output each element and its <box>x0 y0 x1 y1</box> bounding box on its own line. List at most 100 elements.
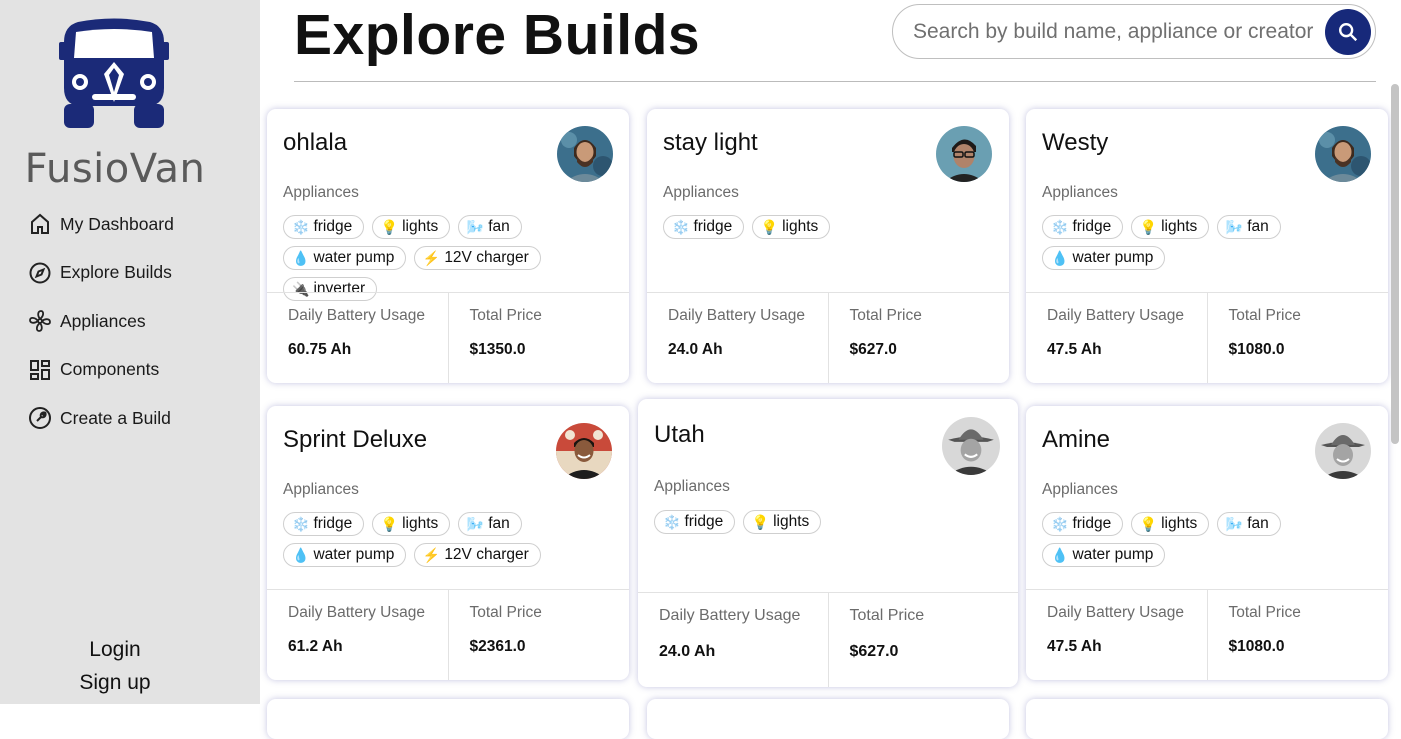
appliance-chip[interactable]: ❄️ fridge <box>283 215 365 239</box>
sidebar-nav: My Dashboard Explore Builds Appliances C… <box>28 200 174 443</box>
nav-label: Explore Builds <box>60 262 172 283</box>
build-stats: Daily Battery Usage 24.0 Ah Total Price … <box>638 592 1018 687</box>
battery-label: Daily Battery Usage <box>288 604 425 621</box>
price-label: Total Price <box>1228 307 1301 324</box>
droplet-icon: 💧 <box>292 249 310 266</box>
search-button[interactable] <box>1325 9 1371 55</box>
lightbulb-icon: 💡 <box>1139 218 1158 235</box>
lightbulb-icon: 💡 <box>760 218 779 235</box>
appliance-chip[interactable]: 💡 lights <box>371 215 451 239</box>
grid-icon <box>30 359 50 380</box>
price-stat: Total Price $1080.0 <box>1206 590 1389 680</box>
nav-item-appliances[interactable]: Appliances <box>28 297 174 346</box>
nav-item-create-a-build[interactable]: Create a Build <box>28 394 174 443</box>
build-card[interactable]: ohlala Appliances ❄️ fridge 💡 lights 🌬️ fan… <box>267 109 629 383</box>
battery-label: Daily Battery Usage <box>1047 604 1184 621</box>
van-logo-icon[interactable] <box>56 18 172 130</box>
signup-link[interactable]: Sign up <box>0 671 230 695</box>
battery-value: 24.0 Ah <box>659 643 716 660</box>
main-content: Explore Builds ohlala Appliances ❄️fridg… <box>260 0 1401 739</box>
build-card[interactable]: stay light Appliances ❄️ fridge 💡 lights D… <box>647 109 1009 383</box>
appliance-chip[interactable]: 💧 water pump <box>1042 246 1166 270</box>
appliance-chip[interactable]: ⚡ 12V charger <box>413 543 541 567</box>
build-card[interactable]: Amine Appliances ❄️ fridge 💡 lights 🌬️ fan … <box>1026 406 1388 680</box>
login-link[interactable]: Login <box>0 638 230 662</box>
build-card[interactable]: Westy Appliances ❄️ fridge 💡 lights 🌬️ fan … <box>1026 109 1388 383</box>
build-name: stay light <box>663 129 758 156</box>
appliance-chip[interactable]: 🌬️ fan <box>1216 215 1281 239</box>
battery-stat: Daily Battery Usage 60.75 Ah <box>267 293 448 383</box>
appliance-chip[interactable]: ❄️ fridge <box>1042 512 1124 536</box>
build-card[interactable]: Utah Appliances ❄️ fridge 💡 lights Daily B… <box>638 399 1018 687</box>
scrollbar[interactable] <box>1391 84 1399 444</box>
creator-avatar[interactable] <box>936 126 992 182</box>
appliance-chip[interactable]: 🌬️ fan <box>457 215 522 239</box>
wind-icon: 🌬️ <box>466 515 485 532</box>
build-card[interactable] <box>267 699 629 739</box>
price-value: $1350.0 <box>469 341 526 358</box>
brand-name: FusioVan <box>24 146 206 192</box>
lightbulb-icon: 💡 <box>380 218 399 235</box>
appliance-chip[interactable]: 💡 lights <box>1130 215 1210 239</box>
price-stat: Total Price $1080.0 <box>1206 293 1389 383</box>
search-bar <box>892 4 1376 59</box>
build-stats: Daily Battery Usage 47.5 Ah Total Price … <box>1026 292 1388 383</box>
nav-item-my-dashboard[interactable]: My Dashboard <box>28 200 174 249</box>
creator-avatar[interactable] <box>557 126 613 182</box>
battery-value: 24.0 Ah <box>668 341 723 358</box>
build-card[interactable] <box>1026 699 1388 739</box>
appliance-chip[interactable]: 🌬️ fan <box>457 512 522 536</box>
appliance-chip[interactable]: 💡 lights <box>1130 512 1210 536</box>
appliance-chip[interactable]: 💧 water pump <box>283 246 407 270</box>
creator-avatar[interactable] <box>942 417 1000 475</box>
price-label: Total Price <box>469 604 542 621</box>
appliance-chip[interactable]: 💡 lights <box>742 510 822 534</box>
battery-value: 61.2 Ah <box>288 638 343 655</box>
lightbulb-icon: 💡 <box>1139 515 1158 532</box>
build-card[interactable]: Sprint Deluxe Appliances ❄️ fridge 💡 light… <box>267 406 629 680</box>
battery-value: 60.75 Ah <box>288 341 352 358</box>
appliance-chip[interactable]: 💧 water pump <box>283 543 407 567</box>
price-value: $627.0 <box>849 643 899 660</box>
battery-value: 47.5 Ah <box>1047 638 1102 655</box>
appliance-chip[interactable]: ❄️ fridge <box>1042 215 1124 239</box>
price-value: $2361.0 <box>469 638 526 655</box>
appliance-chip[interactable]: ❄️ fridge <box>283 512 365 536</box>
lightning-icon: ⚡ <box>422 249 441 266</box>
appliance-chip[interactable]: ❄️ fridge <box>663 215 745 239</box>
snowflake-icon: ❄️ <box>1051 218 1069 235</box>
appliance-chip[interactable]: ⚡ 12V charger <box>413 246 541 270</box>
creator-avatar[interactable] <box>556 423 612 479</box>
creator-avatar[interactable] <box>1315 423 1371 479</box>
appliances-label: Appliances <box>654 478 730 495</box>
appliance-chip[interactable]: ❄️ fridge <box>654 510 736 534</box>
price-value: $627.0 <box>849 341 897 358</box>
build-stats: Daily Battery Usage 60.75 Ah Total Price… <box>267 292 629 383</box>
price-label: Total Price <box>1228 604 1301 621</box>
nav-item-explore-builds[interactable]: Explore Builds <box>28 249 174 298</box>
battery-label: Daily Battery Usage <box>288 307 425 324</box>
appliances-label: Appliances <box>663 184 739 201</box>
snowflake-icon: ❄️ <box>1051 515 1069 532</box>
droplet-icon: 💧 <box>1051 249 1069 266</box>
wind-icon: 🌬️ <box>1225 515 1244 532</box>
wrench-icon <box>29 407 51 430</box>
lightbulb-icon: 💡 <box>380 515 399 532</box>
appliance-chip[interactable]: 💧 water pump <box>1042 543 1166 567</box>
appliance-chip[interactable]: 🌬️ fan <box>1216 512 1281 536</box>
appliance-chip[interactable]: 💡 lights <box>751 215 831 239</box>
nav-label: My Dashboard <box>60 213 174 234</box>
battery-stat: Daily Battery Usage 24.0 Ah <box>638 593 828 687</box>
search-input[interactable] <box>913 17 1325 47</box>
appliance-chips: ❄️ fridge 💡 lights 🌬️ fan 💧 water pump ⚡ 12V … <box>283 512 613 574</box>
battery-stat: Daily Battery Usage 47.5 Ah <box>1026 590 1207 680</box>
creator-avatar[interactable] <box>1315 126 1371 182</box>
appliance-chips: ❄️ fridge 💡 lights 🌬️ fan 💧 water pump <box>1042 512 1372 574</box>
appliance-chip[interactable]: 💡 lights <box>371 512 451 536</box>
build-name: Utah <box>654 421 705 448</box>
build-name: Westy <box>1042 129 1109 156</box>
build-card[interactable] <box>647 699 1009 739</box>
battery-label: Daily Battery Usage <box>1047 307 1184 324</box>
battery-stat: Daily Battery Usage 61.2 Ah <box>267 590 448 680</box>
nav-item-components[interactable]: Components <box>28 346 174 395</box>
